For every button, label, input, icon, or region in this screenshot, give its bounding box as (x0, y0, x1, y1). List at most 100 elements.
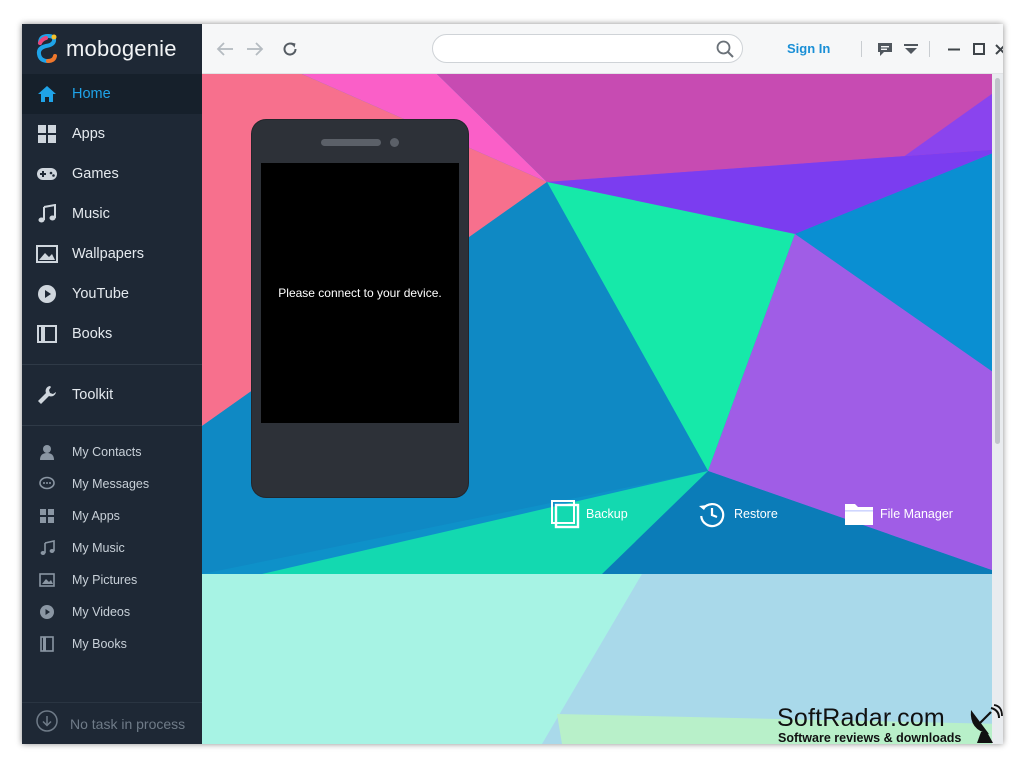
toolbar-separator (861, 41, 862, 57)
nav-my-books-label: My Books (72, 637, 127, 651)
softradar-watermark: SoftRadar.com Software reviews & downloa… (777, 704, 1007, 749)
backup-icon (551, 500, 580, 529)
nav-my-messages-label: My Messages (72, 477, 150, 491)
nav-music-label: Music (72, 206, 110, 222)
toolkit-nav: Toolkit (22, 375, 202, 415)
file-manager-label: File Manager (880, 507, 953, 521)
gamepad-icon (36, 163, 58, 185)
back-button[interactable] (214, 38, 236, 60)
contact-icon (38, 443, 56, 461)
task-status-bar[interactable]: No task in process (22, 702, 202, 744)
close-button[interactable] (993, 38, 1003, 60)
nav-wallpapers[interactable]: Wallpapers (22, 234, 202, 274)
nav-home-label: Home (72, 86, 111, 102)
nav-my-music[interactable]: My Music (22, 532, 202, 564)
search-icon[interactable] (716, 40, 734, 58)
phone-camera (390, 138, 399, 147)
nav-my-contacts[interactable]: My Contacts (22, 436, 202, 468)
apps-grid-icon (38, 507, 56, 525)
nav-apps[interactable]: Apps (22, 114, 202, 154)
sidebar-divider (22, 425, 202, 426)
dropdown-menu-icon (904, 44, 918, 54)
minimize-button[interactable] (943, 38, 965, 60)
feedback-button[interactable] (874, 38, 896, 60)
sidebar: mobogenie Home Apps Games Music Wallpape… (22, 24, 202, 744)
restore-button[interactable]: Restore (698, 498, 778, 530)
arrow-left-icon (216, 42, 233, 56)
nav-books-label: Books (72, 326, 113, 342)
book-icon (36, 323, 58, 345)
play-icon (36, 283, 58, 305)
menu-dropdown-button[interactable] (900, 38, 922, 60)
nav-music[interactable]: Music (22, 194, 202, 234)
connect-device-message: Please connect to your device. (278, 286, 442, 300)
chat-icon (878, 42, 892, 56)
satellite-dish-icon (970, 704, 1003, 743)
backup-button[interactable]: Backup (550, 498, 628, 530)
nav-youtube-label: YouTube (72, 286, 129, 302)
nav-my-music-label: My Music (72, 541, 125, 555)
watermark-tagline: Software reviews & downloads (778, 731, 962, 745)
book-icon (38, 635, 56, 653)
nav-my-apps-label: My Apps (72, 509, 120, 523)
task-status-label: No task in process (70, 715, 186, 732)
nav-my-pictures[interactable]: My Pictures (22, 564, 202, 596)
nav-toolkit-label: Toolkit (72, 387, 114, 403)
music-note-icon (36, 203, 58, 225)
maximize-icon (973, 43, 985, 55)
folder-icon (845, 504, 873, 525)
nav-my-videos-label: My Videos (72, 605, 131, 619)
home-content: Please connect to your device. Backup Re… (202, 74, 1003, 744)
restore-label: Restore (734, 507, 778, 521)
nav-my-messages[interactable]: My Messages (22, 468, 202, 500)
nav-my-books[interactable]: My Books (22, 628, 202, 660)
phone-speaker (321, 139, 381, 146)
file-manager-button[interactable]: File Manager (844, 498, 953, 530)
sidebar-divider (22, 364, 202, 365)
nav-apps-label: Apps (72, 126, 106, 142)
main-nav: Home Apps Games Music Wallpapers YouTube… (22, 74, 202, 354)
vertical-scrollbar[interactable] (992, 74, 1003, 744)
phone-placeholder: Please connect to your device. (252, 120, 468, 497)
watermark-brand: SoftRadar.com (777, 704, 945, 732)
picture-icon (38, 571, 56, 589)
nav-youtube[interactable]: YouTube (22, 274, 202, 314)
refresh-button[interactable] (279, 38, 301, 60)
backup-label: Backup (586, 507, 628, 521)
app-window: mobogenie Home Apps Games Music Wallpape… (22, 24, 1003, 744)
search-input[interactable] (445, 39, 705, 59)
nav-wallpapers-label: Wallpapers (72, 246, 144, 262)
wallpaper-icon (36, 243, 58, 265)
nav-toolkit[interactable]: Toolkit (22, 375, 202, 415)
my-nav: My Contacts My Messages My Apps My Music (22, 436, 202, 660)
nav-my-videos[interactable]: My Videos (22, 596, 202, 628)
nav-home[interactable]: Home (22, 74, 202, 114)
sign-in-link[interactable]: Sign In (787, 41, 830, 56)
nav-my-pictures-label: My Pictures (72, 573, 138, 587)
nav-games[interactable]: Games (22, 154, 202, 194)
minimize-icon (948, 48, 960, 51)
nav-my-contacts-label: My Contacts (72, 445, 142, 459)
home-icon (36, 83, 58, 105)
restore-clock-icon (699, 502, 725, 528)
wrench-icon (36, 384, 58, 406)
nav-games-label: Games (72, 166, 119, 182)
phone-screen: Please connect to your device. (261, 163, 459, 423)
nav-books[interactable]: Books (22, 314, 202, 354)
play-icon (38, 603, 56, 621)
music-note-icon (38, 539, 56, 557)
forward-button[interactable] (244, 38, 266, 60)
top-toolbar: Sign In (202, 24, 1003, 74)
download-icon (36, 710, 58, 737)
search-box (432, 34, 743, 63)
message-icon (38, 475, 56, 493)
app-name: mobogenie (66, 36, 177, 61)
maximize-button[interactable] (968, 38, 990, 60)
refresh-icon (283, 42, 297, 56)
arrow-right-icon (247, 42, 264, 56)
mobogenie-logo-icon (36, 33, 57, 63)
app-logo: mobogenie (34, 32, 177, 66)
scrollbar-thumb[interactable] (995, 78, 1000, 444)
close-icon (994, 43, 1003, 55)
nav-my-apps[interactable]: My Apps (22, 500, 202, 532)
